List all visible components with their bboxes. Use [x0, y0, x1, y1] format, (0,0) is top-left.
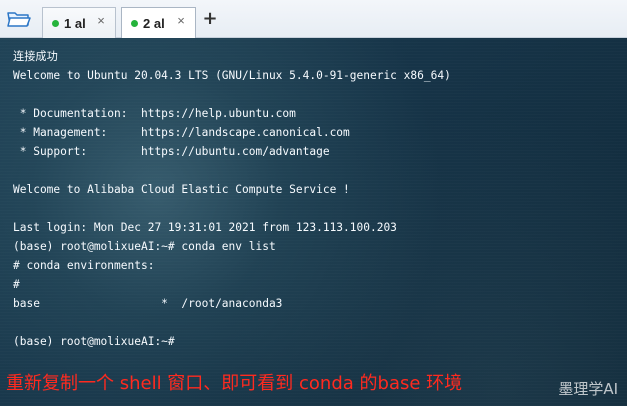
terminal-line: Welcome to Alibaba Cloud Elastic Compute…: [13, 183, 350, 196]
terminal-prompt-line: (base) root@molixueAI:~#: [13, 335, 175, 348]
close-icon[interactable]: ×: [175, 14, 187, 27]
folder-open-icon[interactable]: [6, 8, 32, 30]
tab-bar: 1 al × 2 al × +: [0, 0, 627, 39]
terminal-lines: 连接成功 Welcome to Ubuntu 20.04.3 LTS (GNU/…: [13, 47, 613, 351]
terminal-line: 连接成功: [13, 50, 58, 63]
green-dot-icon: [131, 20, 138, 27]
tab-label: 1 al: [64, 16, 86, 31]
tab-label: 2 al: [143, 16, 165, 31]
terminal-line: * Documentation: https://help.ubuntu.com: [13, 107, 296, 120]
plus-icon[interactable]: +: [201, 10, 219, 28]
terminal-output-area[interactable]: 连接成功 Welcome to Ubuntu 20.04.3 LTS (GNU/…: [0, 38, 627, 406]
terminal-line: Last login: Mon Dec 27 19:31:01 2021 fro…: [13, 221, 397, 234]
folder-open-icon-svg: [7, 12, 31, 27]
terminal-line: * Support: https://ubuntu.com/advantage: [13, 145, 330, 158]
terminal-line: # conda environments:: [13, 259, 155, 272]
terminal-line: base * /root/anaconda3: [13, 297, 283, 310]
terminal-line: (base) root@molixueAI:~# conda env list: [13, 240, 276, 253]
terminal-app-window: 1 al × 2 al × + 连接成功 Welcome to Ubuntu 2…: [0, 0, 627, 406]
instruction-caption: 重新复制一个 shell 窗口、即可看到 conda 的base 环境: [6, 373, 463, 394]
close-icon[interactable]: ×: [95, 14, 107, 27]
terminal-line: Welcome to Ubuntu 20.04.3 LTS (GNU/Linux…: [13, 69, 451, 82]
green-dot-icon: [52, 20, 59, 27]
terminal-line: #: [13, 278, 20, 291]
watermark: 墨理学AI: [558, 380, 618, 398]
terminal-line: * Management: https://landscape.canonica…: [13, 126, 350, 139]
tab-1[interactable]: 1 al ×: [42, 7, 116, 38]
tab-2[interactable]: 2 al ×: [121, 7, 196, 39]
